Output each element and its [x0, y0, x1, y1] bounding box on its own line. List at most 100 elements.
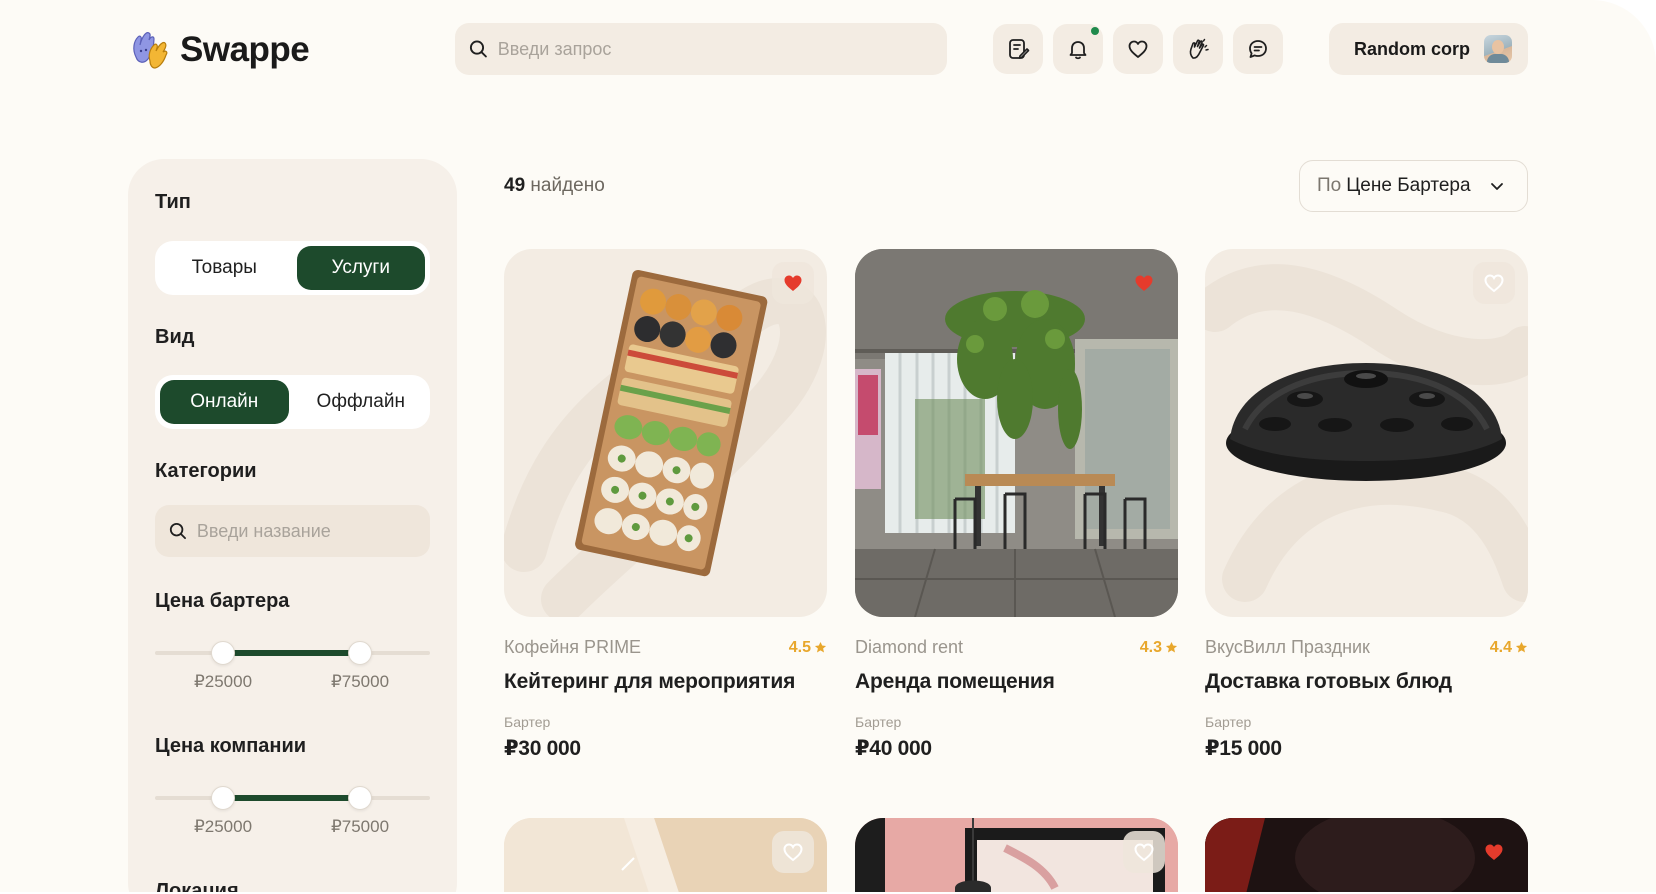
slider-max-handle[interactable] — [348, 786, 372, 810]
barter-price-min: ₽25000 — [193, 672, 253, 691]
favorite-button[interactable] — [1123, 831, 1165, 873]
sort-prefix: По — [1317, 175, 1342, 196]
handpan-image — [1205, 264, 1528, 602]
card-meta: ВкусВилл Праздник 4.4 — [1205, 637, 1528, 658]
heart-filled-icon — [1485, 844, 1503, 860]
slider-max-handle[interactable] — [348, 641, 372, 665]
favorites-button[interactable] — [1113, 24, 1163, 74]
star-icon — [1515, 641, 1528, 653]
category-search[interactable] — [155, 505, 430, 557]
type-toggle: Товары Услуги — [155, 241, 430, 295]
card-rating: 4.3 — [1140, 639, 1178, 657]
clap-hands-icon — [1189, 38, 1209, 59]
logo-hands-icon — [133, 32, 168, 69]
app-window: Swappe Введи запрос Random corp Тип Това… — [0, 0, 1656, 892]
orders-icon — [1009, 39, 1030, 59]
card-seller[interactable]: Кофейня PRIME — [504, 637, 641, 658]
card-seller[interactable]: ВкусВилл Праздник — [1205, 637, 1370, 658]
kind-filter-heading: Вид — [155, 326, 195, 348]
card-rating: 4.5 — [789, 639, 827, 657]
card-meta: Кофейня PRIME 4.5 — [504, 637, 827, 658]
categories-heading: Категории — [155, 460, 257, 482]
chat-icon — [1249, 40, 1267, 58]
category-search-input[interactable] — [196, 520, 430, 542]
office-room-image — [855, 249, 1178, 617]
card-price-label: Бартер — [1205, 714, 1252, 730]
slider-min-handle[interactable] — [211, 641, 235, 665]
barter-price-heading: Цена бартера — [155, 590, 290, 612]
sort-dropdown[interactable]: По Цене Бартера — [1299, 160, 1528, 212]
type-option-goods[interactable]: Товары — [160, 246, 289, 290]
card-image-catering[interactable] — [504, 249, 827, 617]
card-price: ₽30 000 — [504, 737, 581, 760]
orders-button[interactable] — [993, 24, 1043, 74]
messages-button[interactable] — [1233, 24, 1283, 74]
heart-outline-icon — [1484, 274, 1504, 293]
card-image-room[interactable] — [855, 249, 1178, 617]
company-price-slider — [155, 785, 430, 811]
card-price: ₽40 000 — [855, 737, 932, 760]
product-card[interactable]: ВкусВилл Праздник 4.4 Доставка готовых б… — [1205, 249, 1528, 761]
kind-toggle: Онлайн Оффлайн — [155, 375, 430, 429]
favorite-button[interactable] — [1123, 262, 1165, 304]
star-icon — [1165, 641, 1178, 653]
card-rating: 4.4 — [1490, 639, 1528, 657]
card-rating-value: 4.4 — [1489, 638, 1512, 656]
search-icon — [169, 522, 186, 540]
card-title[interactable]: Кейтеринг для мероприятия — [504, 670, 827, 694]
card-meta: Diamond rent 4.3 — [855, 637, 1178, 658]
company-price-min: ₽25000 — [193, 817, 253, 836]
logo-wordmark: Swappe — [180, 30, 310, 69]
card-title[interactable]: Аренда помещения — [855, 670, 1178, 694]
company-price-max: ₽75000 — [330, 817, 390, 836]
notification-dot — [1091, 27, 1099, 35]
product-card[interactable]: Diamond rent 4.3 Аренда помещения Бартер… — [855, 249, 1178, 761]
product-card-image-box[interactable] — [504, 818, 827, 892]
card-seller[interactable]: Diamond rent — [855, 637, 963, 658]
slider-min-handle[interactable] — [211, 786, 235, 810]
product-card-image-lamp[interactable] — [855, 818, 1178, 892]
results-count: 49 найдено — [504, 175, 605, 197]
heart-icon — [1128, 40, 1148, 58]
slider-range — [223, 795, 360, 801]
heart-outline-icon — [1134, 843, 1154, 862]
favorite-button[interactable] — [1473, 262, 1515, 304]
search-icon — [469, 40, 487, 58]
filters-sidebar: Тип Товары Услуги Вид Онлайн Оффлайн Кат… — [128, 159, 457, 892]
location-heading: Локация — [155, 880, 239, 892]
card-price-label: Бартер — [855, 714, 902, 730]
account-name: Random corp — [1353, 38, 1470, 59]
favorite-button[interactable] — [772, 262, 814, 304]
product-card-image-dark[interactable] — [1205, 818, 1528, 892]
heart-filled-icon — [1135, 275, 1153, 291]
global-search[interactable] — [455, 23, 947, 75]
star-icon — [814, 641, 827, 653]
heart-filled-icon — [784, 275, 802, 291]
search-input[interactable] — [497, 38, 947, 60]
card-price: ₽15 000 — [1205, 737, 1282, 760]
card-price-label: Бартер — [504, 714, 551, 730]
kind-option-offline[interactable]: Оффлайн — [297, 380, 426, 424]
product-card[interactable]: Кофейня PRIME 4.5 Кейтеринг для мероприя… — [504, 249, 827, 761]
chevron-down-icon — [1490, 183, 1503, 190]
card-rating-value: 4.5 — [788, 638, 811, 656]
notifications-button[interactable] — [1053, 24, 1103, 74]
logo[interactable]: Swappe — [128, 24, 310, 76]
barter-price-slider — [155, 640, 430, 666]
kind-option-online[interactable]: Онлайн — [160, 380, 289, 424]
results-count-label: найдено — [530, 175, 605, 196]
barter-price-max: ₽75000 — [330, 672, 390, 691]
slider-range — [223, 650, 360, 656]
card-title[interactable]: Доставка готовых блюд — [1205, 670, 1528, 694]
sort-value: Цене Бартера — [1346, 175, 1471, 196]
card-image-handpan[interactable] — [1205, 249, 1528, 617]
company-price-heading: Цена компании — [155, 735, 307, 757]
favorite-button[interactable] — [772, 831, 814, 873]
card-rating-value: 4.3 — [1139, 638, 1162, 656]
type-filter-heading: Тип — [155, 191, 191, 213]
favorite-button[interactable] — [1473, 831, 1515, 873]
deals-button[interactable] — [1173, 24, 1223, 74]
type-option-services[interactable]: Услуги — [296, 246, 425, 290]
account-button[interactable]: Random corp — [1329, 23, 1528, 75]
catering-box-image — [504, 269, 826, 617]
